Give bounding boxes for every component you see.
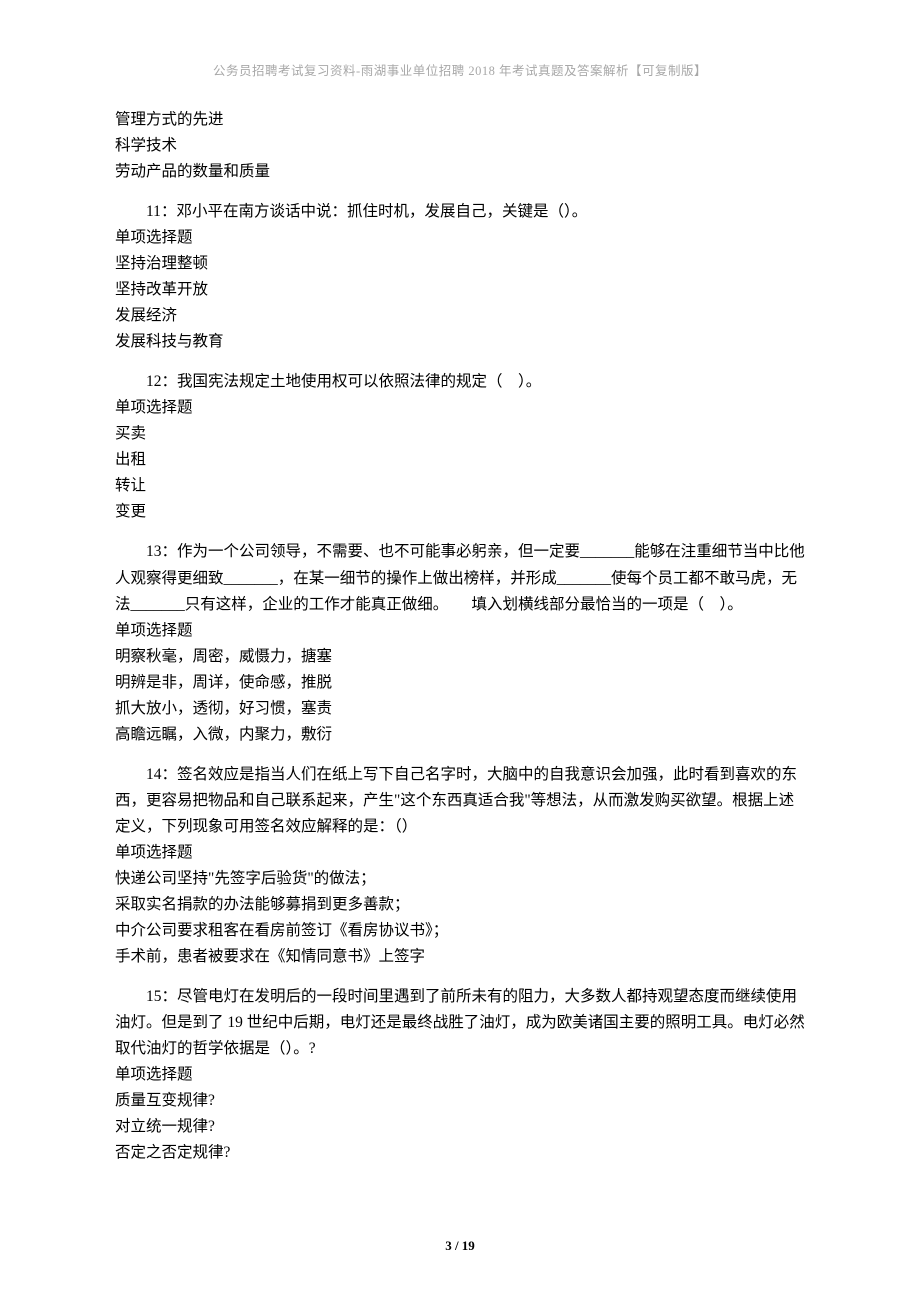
option-line: 质量互变规律? [115, 1088, 805, 1114]
option-line: 科学技术 [115, 133, 805, 159]
option-line: 变更 [115, 499, 805, 525]
option-line: 出租 [115, 447, 805, 473]
question-type: 单项选择题 [115, 225, 805, 251]
question-15: 15：尽管电灯在发明后的一段时间里遇到了前所未有的阻力，大多数人都持观望态度而继… [115, 984, 805, 1166]
leading-options-block: 管理方式的先进 科学技术 劳动产品的数量和质量 [115, 107, 805, 185]
question-text: 12：我国宪法规定土地使用权可以依照法律的规定（ ）。 [115, 369, 805, 395]
option-line: 快递公司坚持"先签字后验货"的做法； [115, 866, 805, 892]
option-line: 坚持改革开放 [115, 277, 805, 303]
option-line: 中介公司要求租客在看房前签订《看房协议书》； [115, 918, 805, 944]
question-text: 15：尽管电灯在发明后的一段时间里遇到了前所未有的阻力，大多数人都持观望态度而继… [115, 984, 805, 1062]
option-line: 抓大放小，透彻，好习惯，塞责 [115, 696, 805, 722]
question-13: 13：作为一个公司领导，不需要、也不可能事必躬亲，但一定要_______能够在注… [115, 539, 805, 747]
option-line: 明辨是非，周详，使命感，推脱 [115, 670, 805, 696]
option-line: 发展科技与教育 [115, 329, 805, 355]
option-line: 发展经济 [115, 303, 805, 329]
option-line: 明察秋毫，周密，威慑力，搪塞 [115, 644, 805, 670]
question-12: 12：我国宪法规定土地使用权可以依照法律的规定（ ）。 单项选择题 买卖 出租 … [115, 369, 805, 525]
question-type: 单项选择题 [115, 1062, 805, 1088]
question-14: 14：签名效应是指当人们在纸上写下自己名字时，大脑中的自我意识会加强，此时看到喜… [115, 762, 805, 970]
page-footer: 3 / 19 [0, 1238, 920, 1254]
option-line: 买卖 [115, 421, 805, 447]
option-line: 采取实名捐款的办法能够募捐到更多善款； [115, 892, 805, 918]
page-header: 公务员招聘考试复习资料-雨湖事业单位招聘 2018 年考试真题及答案解析【可复制… [115, 60, 805, 79]
option-line: 转让 [115, 473, 805, 499]
question-11: 11：邓小平在南方谈话中说：抓住时机，发展自己，关键是（）。 单项选择题 坚持治… [115, 199, 805, 355]
option-line: 管理方式的先进 [115, 107, 805, 133]
option-line: 高瞻远瞩，入微，内聚力，敷衍 [115, 722, 805, 748]
question-type: 单项选择题 [115, 395, 805, 421]
option-line: 对立统一规律? [115, 1114, 805, 1140]
question-text: 13：作为一个公司领导，不需要、也不可能事必躬亲，但一定要_______能够在注… [115, 539, 805, 617]
document-content: 管理方式的先进 科学技术 劳动产品的数量和质量 11：邓小平在南方谈话中说：抓住… [115, 107, 805, 1166]
option-line: 劳动产品的数量和质量 [115, 159, 805, 185]
question-text: 11：邓小平在南方谈话中说：抓住时机，发展自己，关键是（）。 [115, 199, 805, 225]
option-line: 否定之否定规律? [115, 1140, 805, 1166]
question-text: 14：签名效应是指当人们在纸上写下自己名字时，大脑中的自我意识会加强，此时看到喜… [115, 762, 805, 840]
question-type: 单项选择题 [115, 618, 805, 644]
option-line: 坚持治理整顿 [115, 251, 805, 277]
option-line: 手术前，患者被要求在《知情同意书》上签字 [115, 944, 805, 970]
question-type: 单项选择题 [115, 840, 805, 866]
